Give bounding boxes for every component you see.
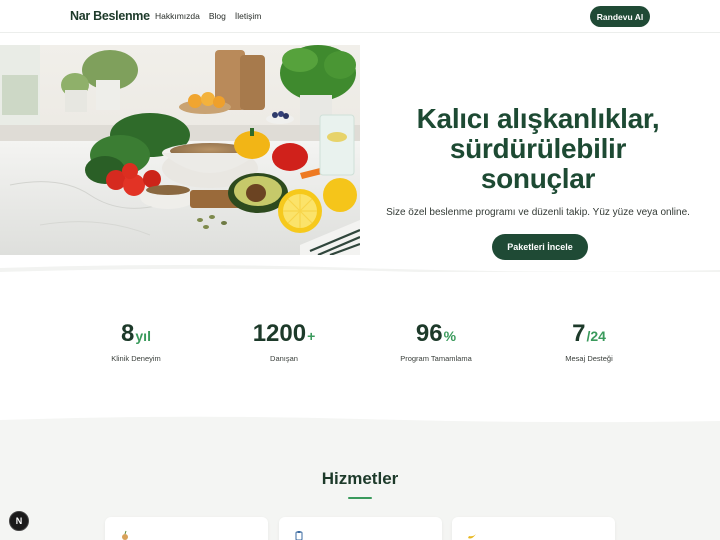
- nav-link-blog[interactable]: Blog: [209, 11, 226, 21]
- stat-item: 7/24 Mesaj Desteği: [519, 320, 659, 363]
- apple-icon: [119, 530, 131, 540]
- framework-badge[interactable]: N: [9, 511, 29, 531]
- site-header: Nar Beslenme Hakkımızda Blog İletişim Ra…: [0, 0, 720, 33]
- hero-section: Kalıcı alışkanlıklar, sürdürülebilir son…: [0, 34, 720, 266]
- hero-title: Kalıcı alışkanlıklar, sürdürülebilir son…: [368, 104, 708, 194]
- site-logo[interactable]: Nar Beslenme: [70, 9, 150, 23]
- stat-item: 1200+ Danışan: [214, 320, 354, 363]
- clipboard-icon: [293, 530, 305, 540]
- hero-title-line: Kalıcı alışkanlıklar,: [416, 103, 660, 134]
- stat-value: 8yıl: [121, 320, 151, 347]
- stat-value: 96%: [415, 320, 457, 347]
- service-card[interactable]: [452, 517, 615, 540]
- stat-label: Program Tamamlama: [400, 354, 472, 363]
- stat-label: Klinik Deneyim: [111, 354, 161, 363]
- services-title: Hizmetler: [321, 469, 399, 488]
- stat-label: Danışan: [270, 354, 298, 363]
- main-nav: Hakkımızda Blog İletişim: [155, 11, 261, 21]
- nav-link-about[interactable]: Hakkımızda: [155, 11, 200, 21]
- stat-value: 1200+: [252, 320, 316, 347]
- book-appointment-button[interactable]: Randevu Al: [590, 6, 650, 27]
- title-underline: [348, 497, 372, 499]
- nav-link-contact[interactable]: İletişim: [235, 11, 261, 21]
- services-section: Hizmetler: [0, 424, 720, 540]
- stat-item: 8yıl Klinik Deneyim: [66, 320, 206, 363]
- hero-food-image: [0, 45, 360, 255]
- stat-value: 7/24: [572, 320, 606, 347]
- stat-item: 96% Program Tamamlama: [366, 320, 506, 363]
- hero-subtitle: Size özel beslenme programı ve düzenli t…: [386, 207, 690, 218]
- view-packages-button[interactable]: Paketleri İncele: [492, 234, 588, 260]
- banana-icon: [466, 530, 478, 540]
- stats-section: 8yıl Klinik Deneyim 1200+ Danışan 96% Pr…: [0, 272, 720, 420]
- service-card[interactable]: [105, 517, 268, 540]
- hero-title-line: sonuçlar: [480, 163, 596, 194]
- stat-label: Mesaj Desteği: [565, 354, 613, 363]
- service-card[interactable]: [279, 517, 442, 540]
- hero-title-line: sürdürülebilir: [449, 133, 627, 164]
